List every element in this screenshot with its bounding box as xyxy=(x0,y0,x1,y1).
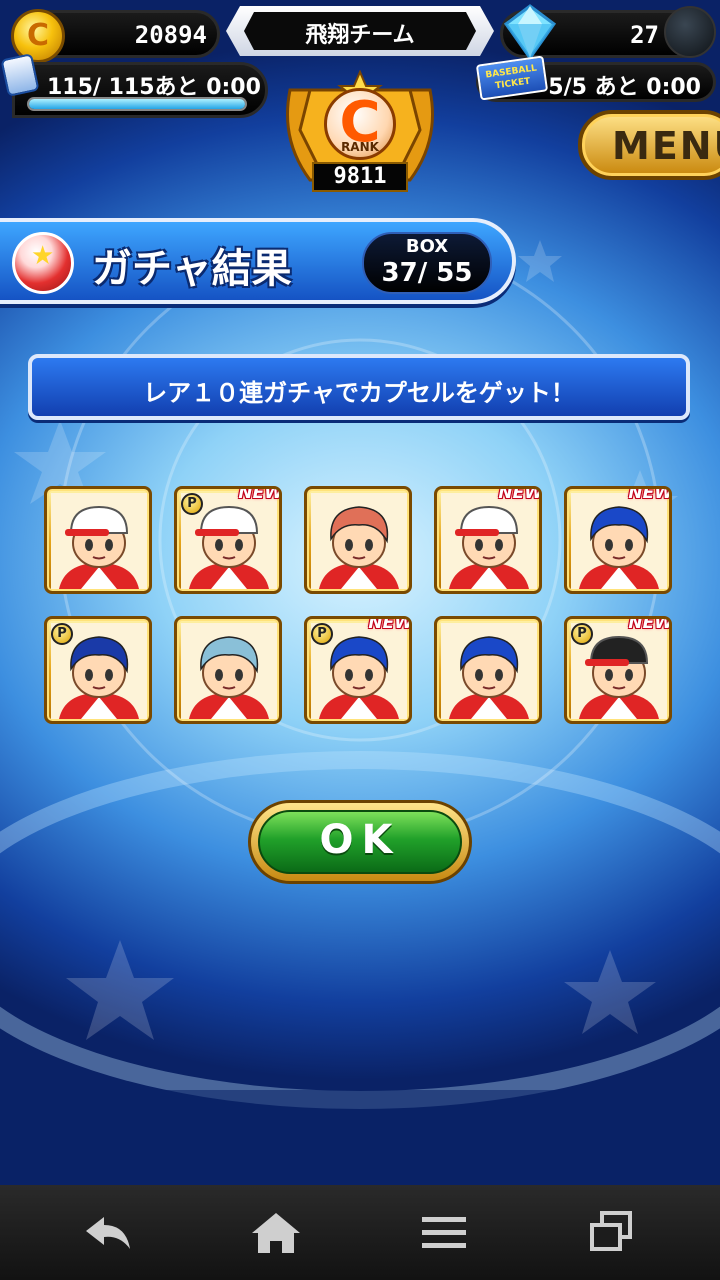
p-badge-icon: P xyxy=(181,493,203,515)
character-card[interactable] xyxy=(174,616,282,724)
stamina-panel: 115/ 115あと 0:00 xyxy=(12,62,268,118)
stamina-bar-fill xyxy=(29,99,245,109)
rank-emblem[interactable]: C RANK 9811 xyxy=(270,70,450,198)
menu-icon[interactable] xyxy=(412,1205,476,1261)
android-nav-bar xyxy=(0,1185,720,1280)
ok-button[interactable]: OK xyxy=(248,800,472,884)
team-name-plate[interactable]: 飛翔チーム xyxy=(226,6,494,56)
capsule-icon xyxy=(12,232,74,294)
character-card[interactable]: P xyxy=(44,616,152,724)
page-title: ガチャ結果 xyxy=(92,246,292,292)
result-message: レア１０連ガチャでカプセルをゲット！ xyxy=(143,379,575,407)
character-card[interactable] xyxy=(434,616,542,724)
ok-button-label: OK xyxy=(319,817,401,863)
character-portrait-icon xyxy=(51,493,147,589)
status-bar: C 20894 飛翔チーム 27 115/ 115あと 0:00 5/5 あと … xyxy=(0,0,720,200)
diamond-icon xyxy=(503,4,557,60)
home-icon[interactable] xyxy=(244,1205,308,1261)
box-count: 37/ 55 xyxy=(381,258,473,288)
coin-value: 20894 xyxy=(134,21,207,49)
team-name: 飛翔チーム xyxy=(305,23,415,48)
character-card[interactable] xyxy=(304,486,412,594)
menu-button[interactable]: MENU xyxy=(578,110,720,180)
rank-label: RANK xyxy=(341,140,379,154)
character-portrait-icon xyxy=(181,623,277,719)
character-card[interactable]: P NEW xyxy=(174,486,282,594)
box-counter: BOX 37/ 55 xyxy=(362,232,492,294)
gem-value: 27 xyxy=(630,21,659,49)
new-badge: NEW xyxy=(238,486,282,503)
character-grid: P NEW NEW NEW P P NEW P NEW xyxy=(44,486,676,726)
menu-button-label: MENU xyxy=(612,124,720,168)
box-label: BOX xyxy=(405,236,449,257)
coin-counter: C 20894 xyxy=(11,9,220,63)
back-icon[interactable] xyxy=(76,1205,140,1261)
character-card[interactable]: NEW xyxy=(434,486,542,594)
recent-apps-icon[interactable] xyxy=(580,1205,644,1261)
character-portrait-icon xyxy=(311,493,407,589)
gacha-result-header: ガチャ結果 BOX 37/ 55 xyxy=(0,218,516,304)
result-message-banner: レア１０連ガチャでカプセルをゲット！ xyxy=(28,354,690,420)
character-portrait-icon xyxy=(441,493,537,589)
character-portrait-icon xyxy=(441,623,537,719)
character-card[interactable] xyxy=(44,486,152,594)
p-badge-icon: P xyxy=(571,623,593,645)
dark-orb-icon xyxy=(664,6,716,58)
character-card[interactable]: P NEW xyxy=(304,616,412,724)
stamina-bar xyxy=(27,97,247,111)
character-portrait-icon xyxy=(571,493,667,589)
new-badge: NEW xyxy=(368,616,412,633)
rank-score: 9811 xyxy=(312,162,408,192)
new-badge: NEW xyxy=(628,486,672,503)
character-card[interactable]: P NEW xyxy=(564,616,672,724)
p-badge-icon: P xyxy=(51,623,73,645)
ticket-value: 5/5 あと 0:00 xyxy=(548,75,701,100)
p-badge-icon: P xyxy=(311,623,333,645)
new-badge: NEW xyxy=(628,616,672,633)
new-badge: NEW xyxy=(498,486,542,503)
character-card[interactable]: NEW xyxy=(564,486,672,594)
